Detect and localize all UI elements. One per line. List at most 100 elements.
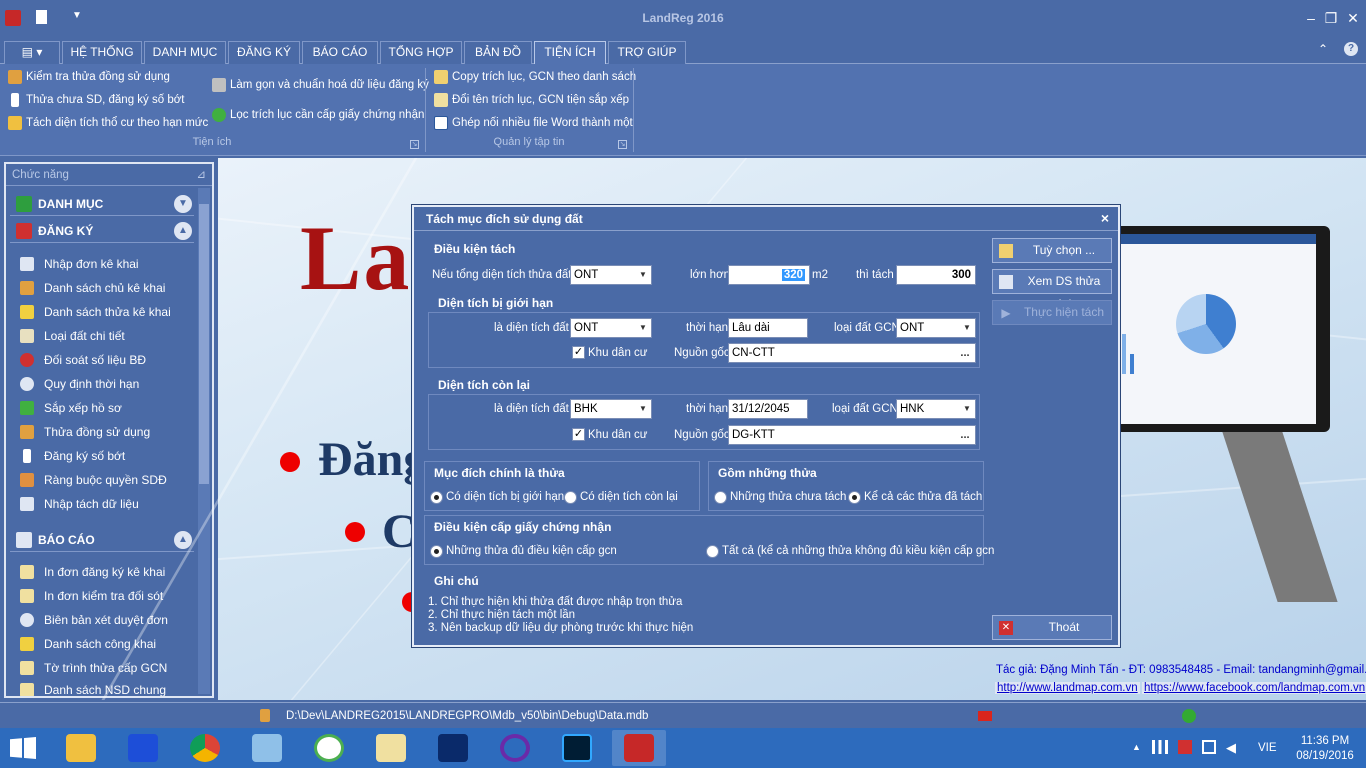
ribbon-item-lam-gon[interactable]: Làm gọn và chuẩn hoá dữ liệu đăng ký (210, 76, 429, 94)
remaining-area-select[interactable]: BHK ▼ (570, 399, 652, 419)
remaining-term-input[interactable]: 31/12/2045 (728, 399, 808, 419)
limited-residential-checkbox[interactable]: ✓ (572, 346, 585, 359)
menu-sap-xep[interactable]: Sắp xếp hồ sơ (16, 398, 122, 418)
ribbon-item-tach-dien-tich[interactable]: Tách diện tích thổ cư theo hạn mức (6, 114, 208, 132)
tab-he-thong[interactable]: HỆ THỐNG (62, 41, 142, 64)
taskbar-clock[interactable]: 11:36 PM 08/19/2016 (1288, 734, 1362, 764)
limited-term-input[interactable]: Lâu dài (728, 318, 808, 338)
taskbar-cc[interactable] (302, 730, 356, 766)
taskbar-vs[interactable] (488, 730, 542, 766)
minimize-icon[interactable]: – (1302, 10, 1320, 26)
taskbar-landreg[interactable] (612, 730, 666, 766)
app-menu-button[interactable]: ▤ ▾ (4, 41, 60, 64)
radio-main-remaining[interactable] (564, 491, 577, 504)
battery-icon[interactable] (1202, 740, 1216, 754)
options-button[interactable]: Tuỳ chọn ... (992, 238, 1112, 263)
taskbar-explorer[interactable] (54, 730, 108, 766)
tab-ban-do[interactable]: BẢN ĐỒ (464, 41, 532, 64)
browse-icon[interactable]: ... (955, 344, 975, 362)
limited-origin-input[interactable]: CN-CTT... (728, 343, 976, 363)
group-launcher-icon[interactable]: ↘ (618, 140, 627, 149)
taskbar-chrome[interactable] (178, 730, 232, 766)
scrollbar-thumb[interactable] (199, 204, 209, 484)
ribbon-item-ghep-noi[interactable]: Ghép nối nhiều file Word thành một (432, 114, 633, 132)
ribbon-item-kiem-tra-thua[interactable]: Kiểm tra thửa đồng sử dụng (6, 68, 170, 86)
tab-dang-ky[interactable]: ĐĂNG KÝ (228, 41, 300, 64)
menu-danh-sach-nsd[interactable]: Danh sách NSD chung (16, 680, 166, 696)
pin-icon[interactable]: ⊿ (196, 164, 206, 186)
menu-danh-sach-chu[interactable]: Danh sách chủ kê khai (16, 278, 165, 298)
collapse-icon[interactable]: ▲ (174, 222, 192, 240)
radio-eligible[interactable] (430, 545, 443, 558)
facebook-link[interactable]: https://www.facebook.com/landmap.com.vn (1142, 682, 1366, 694)
website-link[interactable]: http://www.landmap.com.vn (995, 682, 1140, 694)
signal-icon[interactable] (1152, 740, 1168, 754)
ribbon-item-thua-chua-sd[interactable]: Thửa chưa SD, đăng ký số bớt (6, 91, 184, 109)
category-bao-cao[interactable]: BÁO CÁO ▲ (10, 528, 194, 552)
taskbar-project[interactable] (364, 730, 418, 766)
limited-area-select[interactable]: ONT ▼ (570, 318, 652, 338)
close-icon[interactable]: ✕ (1344, 10, 1362, 26)
menu-rang-buoc[interactable]: Ràng buộc quyền SDĐ (16, 470, 167, 490)
ribbon-item-doi-ten[interactable]: Đổi tên trích lục, GCN tiện sắp xếp (432, 91, 629, 109)
run-split-button[interactable]: ▶ Thực hiện tách (992, 300, 1112, 325)
menu-danh-sach-thua[interactable]: Danh sách thửa kê khai (16, 302, 171, 322)
tab-bao-cao[interactable]: BÁO CÁO (302, 41, 378, 64)
radio-main-limited[interactable] (430, 491, 443, 504)
taskbar-mapinfo[interactable] (426, 730, 480, 766)
ribbon-item-loc-trich-luc[interactable]: Lọc trích lục cần cấp giấy chứng nhận (210, 106, 424, 124)
tab-tien-ich[interactable]: TIỆN ÍCH (534, 41, 606, 65)
land-type-select[interactable]: ONT ▼ (570, 265, 652, 285)
chevron-down-icon[interactable]: ▼ (635, 400, 651, 418)
tab-tro-giup[interactable]: TRỢ GIÚP (608, 41, 686, 64)
remaining-gcn-select[interactable]: HNK ▼ (896, 399, 976, 419)
group-launcher-icon[interactable]: ↘ (410, 140, 419, 149)
chevron-down-icon[interactable]: ▼ (635, 266, 651, 284)
menu-nhap-don[interactable]: Nhập đơn kê khai (16, 254, 139, 274)
chevron-down-icon[interactable]: ▼ (959, 400, 975, 418)
menu-nhap-tach[interactable]: Nhập tách dữ liệu (16, 494, 139, 514)
taskbar-photoshop[interactable] (550, 730, 604, 766)
browse-icon[interactable]: ... (955, 426, 975, 444)
remaining-origin-input[interactable]: DG-KTT... (728, 425, 976, 445)
limited-gcn-select[interactable]: ONT ▼ (896, 318, 976, 338)
menu-dang-ky-so-bot[interactable]: Đăng ký số bớt (16, 446, 125, 466)
menu-quy-dinh[interactable]: Quy định thời hạn (16, 374, 139, 394)
menu-in-don-kiem-tra[interactable]: In đơn kiểm tra đối sót (16, 586, 163, 606)
category-danh-muc[interactable]: DANH MỤC ▼ (10, 192, 194, 216)
menu-in-don-dang-ky[interactable]: In đơn đăng ký kê khai (16, 562, 165, 582)
split-area-input[interactable]: 300 (896, 265, 976, 285)
taskbar-notes[interactable] (240, 730, 294, 766)
threshold-input[interactable]: 320 (728, 265, 810, 285)
folder-icon (66, 734, 96, 762)
start-icon[interactable] (10, 737, 36, 759)
radio-include-split[interactable] (848, 491, 861, 504)
radio-all[interactable] (706, 545, 719, 558)
tab-danh-muc[interactable]: DANH MỤC (144, 41, 226, 64)
menu-to-trinh[interactable]: Tờ trình thửa cấp GCN (16, 658, 167, 678)
taskbar-app-b[interactable] (116, 730, 170, 766)
category-dang-ky[interactable]: ĐĂNG KÝ ▲ (10, 219, 194, 243)
window-title: LandReg 2016 (642, 11, 724, 25)
collapse-ribbon-icon[interactable]: ⌃ (1318, 42, 1328, 56)
ribbon-item-copy-trich-luc[interactable]: Copy trích lục, GCN theo danh sách (432, 68, 636, 86)
language-indicator[interactable]: VIE (1258, 742, 1277, 754)
menu-thua-dong[interactable]: Thửa đồng sử dụng (16, 422, 150, 442)
tray-arrow-icon[interactable]: ▲ (1132, 742, 1141, 752)
menu-doi-soat[interactable]: Đối soát số liệu BĐ (16, 350, 146, 370)
tab-tong-hop[interactable]: TỔNG HỢP (380, 41, 462, 64)
chevron-down-icon[interactable]: ▼ (635, 319, 651, 337)
menu-loai-dat[interactable]: Loại đất chi tiết (16, 326, 125, 346)
chevron-down-icon[interactable]: ▼ (959, 319, 975, 337)
dialog-close-icon[interactable]: × (1098, 211, 1112, 225)
help-icon[interactable]: ? (1344, 42, 1358, 56)
volume-icon[interactable]: ◀ (1226, 740, 1236, 756)
view-split-list-button[interactable]: Xem DS thửa tách (992, 269, 1112, 311)
splash-line: Đăng (318, 433, 428, 486)
remaining-residential-checkbox[interactable]: ✓ (572, 428, 585, 441)
restore-icon[interactable]: ❐ (1322, 10, 1340, 26)
exit-button[interactable]: ✕ Thoát (992, 615, 1112, 640)
radio-not-split[interactable] (714, 491, 727, 504)
expand-icon[interactable]: ▼ (174, 195, 192, 213)
network-alert-icon[interactable] (1178, 740, 1192, 754)
